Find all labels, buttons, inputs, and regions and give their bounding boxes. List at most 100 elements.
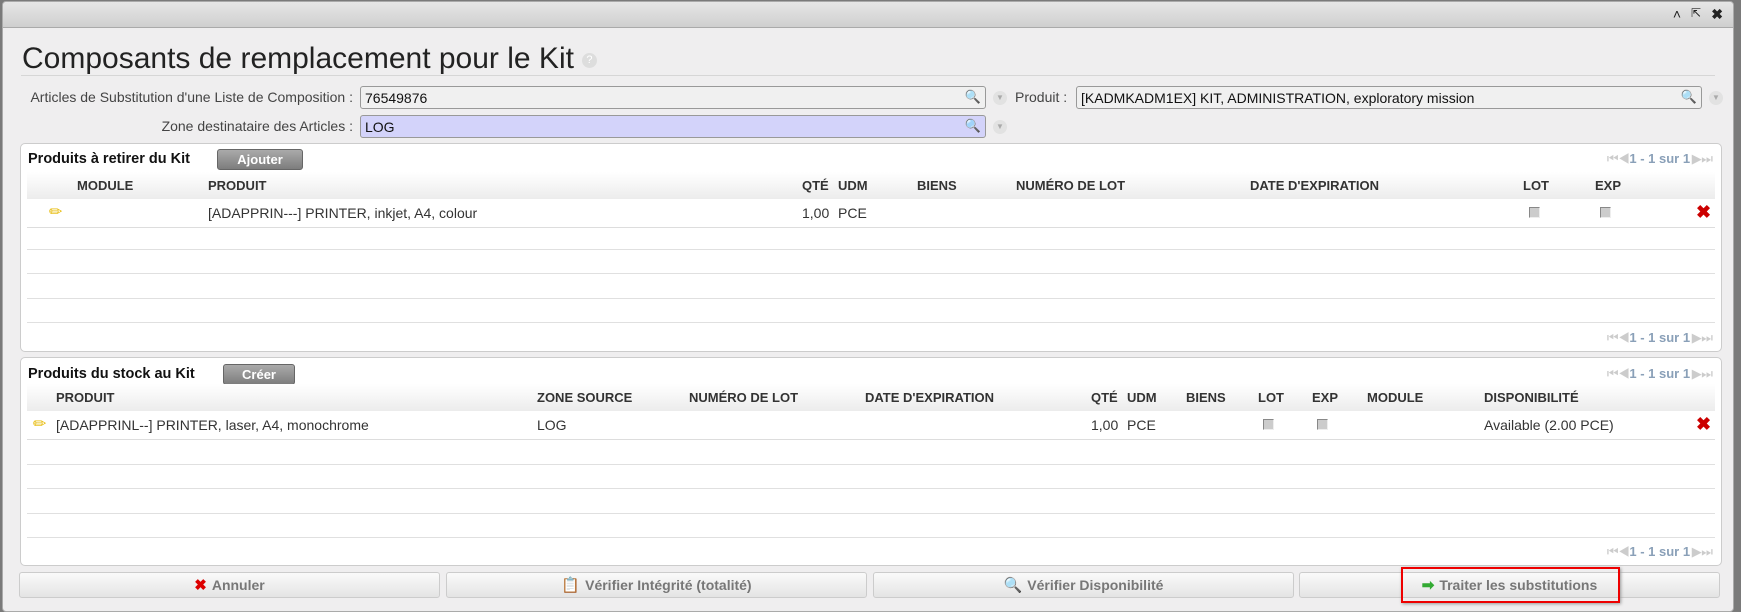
col-lot[interactable]: LOT [1523, 178, 1549, 193]
row-divider [27, 249, 1715, 250]
col-udm[interactable]: UDM [838, 178, 868, 193]
edit-pencil-icon[interactable]: ✏ [33, 414, 46, 434]
cell-produit: [ADAPPRIN---] PRINTER, inkjet, A4, colou… [208, 205, 478, 221]
dialog-window: ˄ ⇱ ✖ Composants de remplacement pour le… [2, 1, 1734, 612]
stock-products-panel: Produits du stock au Kit Créer ⏮ ◀ 1 - 1… [20, 357, 1722, 566]
table-header: PRODUIT ZONE SOURCE NUMÉRO DE LOT DATE D… [27, 384, 1715, 411]
pager-text: 1 - 1 sur 1 [1629, 151, 1691, 166]
substitution-label: Articles de Substitution d'une Liste de … [30, 89, 353, 105]
col-biens[interactable]: BIENS [1186, 390, 1226, 405]
pager-nav-icon[interactable]: ▶ ⏭ [1690, 330, 1713, 345]
substitution-value: 76549876 [365, 90, 428, 106]
cell-disponibilite: Available (2.00 PCE) [1484, 417, 1614, 433]
col-lot-number[interactable]: NUMÉRO DE LOT [689, 390, 798, 405]
col-produit[interactable]: PRODUIT [56, 390, 115, 405]
magnifier-document-icon: 🔍 [1003, 577, 1023, 594]
col-lot-number[interactable]: NUMÉRO DE LOT [1016, 178, 1125, 193]
cancel-button[interactable]: ✖ Annuler [19, 572, 440, 598]
delete-icon[interactable]: ✖ [1696, 202, 1711, 223]
highlight-box [1401, 567, 1620, 603]
exp-checkbox[interactable] [1317, 419, 1328, 430]
cell-qte: 1,00 [1091, 417, 1119, 433]
edit-pencil-icon[interactable]: ✏ [49, 202, 62, 222]
pager-nav-icon[interactable]: ⏮ ◀ [1607, 151, 1630, 166]
table-row[interactable]: ✏ [ADAPPRINL--] PRINTER, laser, A4, mono… [27, 411, 1715, 440]
pager-top: ⏮ ◀ 1 - 1 sur 1 ▶ ⏭ [1607, 366, 1713, 382]
row-divider [27, 322, 1715, 323]
cancel-label: Annuler [211, 577, 265, 593]
col-module[interactable]: MODULE [77, 178, 133, 193]
pager-top: ⏮ ◀ 1 - 1 sur 1 ▶ ⏭ [1607, 151, 1713, 167]
check-availability-button[interactable]: 🔍 Vérifier Disponibilité [873, 572, 1294, 598]
pager-nav-icon[interactable]: ▶ ⏭ [1690, 366, 1713, 381]
pager-nav-icon[interactable]: ▶ ⏭ [1690, 544, 1713, 559]
check-integrity-label: Vérifier Intégrité (totalité) [585, 577, 752, 593]
cancel-icon: ✖ [194, 577, 207, 594]
clipboard-check-icon: 📋 [561, 577, 581, 594]
col-produit[interactable]: PRODUIT [208, 178, 267, 193]
col-qte[interactable]: QTÉ [802, 178, 829, 193]
zone-field[interactable]: LOG 🔍 [360, 115, 986, 138]
product-label: Produit : [1015, 89, 1068, 105]
row-divider [27, 298, 1715, 299]
col-udm[interactable]: UDM [1127, 390, 1157, 405]
row-divider [27, 488, 1715, 489]
pager-nav-icon[interactable]: ⏮ ◀ [1607, 544, 1630, 559]
cell-zone: LOG [537, 417, 567, 433]
pager-bottom: ⏮ ◀ 1 - 1 sur 1 ▶ ⏭ [1607, 330, 1713, 346]
col-expiration[interactable]: DATE D'EXPIRATION [1250, 178, 1379, 193]
help-icon[interactable]: ? [581, 52, 597, 68]
zone-label: Zone destinataire des Articles : [161, 118, 353, 134]
exp-checkbox[interactable] [1600, 207, 1611, 218]
col-expiration[interactable]: DATE D'EXPIRATION [865, 390, 994, 405]
col-biens[interactable]: BIENS [917, 178, 957, 193]
row-divider [27, 273, 1715, 274]
col-module[interactable]: MODULE [1367, 390, 1423, 405]
search-icon[interactable]: 🔍 [965, 118, 981, 134]
table-row[interactable]: ✏ [ADAPPRIN---] PRINTER, inkjet, A4, col… [27, 199, 1715, 228]
col-exp[interactable]: EXP [1312, 390, 1338, 405]
pager-nav-icon[interactable]: ⏮ ◀ [1607, 366, 1630, 381]
col-disponibilite[interactable]: DISPONIBILITÉ [1484, 390, 1579, 405]
lot-checkbox[interactable] [1263, 419, 1274, 430]
pager-text: 1 - 1 sur 1 [1629, 366, 1691, 381]
dropdown-icon[interactable]: ▼ [993, 91, 1007, 105]
dropdown-icon[interactable]: ▼ [993, 120, 1007, 134]
cell-produit: [ADAPPRINL--] PRINTER, laser, A4, monoch… [56, 417, 369, 433]
cell-udm: PCE [1127, 417, 1156, 433]
delete-icon[interactable]: ✖ [1696, 414, 1711, 435]
close-icon[interactable]: ✖ [1711, 6, 1723, 23]
page-title: Composants de remplacement pour le Kit? [22, 42, 597, 76]
table-header: MODULE PRODUIT QTÉ UDM BIENS NUMÉRO DE L… [27, 172, 1715, 199]
col-qte[interactable]: QTÉ [1091, 390, 1118, 405]
check-integrity-button[interactable]: 📋 Vérifier Intégrité (totalité) [446, 572, 867, 598]
page-title-text: Composants de remplacement pour le Kit [22, 42, 574, 75]
check-availability-label: Vérifier Disponibilité [1027, 577, 1164, 593]
row-divider [27, 464, 1715, 465]
pager-nav-icon[interactable]: ⏮ ◀ [1607, 330, 1630, 345]
lot-checkbox[interactable] [1529, 207, 1540, 218]
pager-text: 1 - 1 sur 1 [1629, 330, 1691, 345]
remove-products-panel: Produits à retirer du Kit Ajouter ⏮ ◀ 1 … [20, 143, 1722, 352]
title-bar: ˄ ⇱ ✖ [3, 2, 1733, 28]
pager-nav-icon[interactable]: ▶ ⏭ [1690, 151, 1713, 166]
row-divider [27, 513, 1715, 514]
collapse-icon[interactable]: ˄ [1673, 6, 1681, 22]
col-lot[interactable]: LOT [1258, 390, 1284, 405]
create-button[interactable]: Créer [223, 364, 295, 385]
panel-title: Produits du stock au Kit [28, 366, 195, 382]
cell-qte: 1,00 [802, 205, 830, 221]
popout-icon[interactable]: ⇱ [1691, 6, 1701, 20]
search-icon[interactable]: 🔍 [1681, 89, 1697, 105]
cell-udm: PCE [838, 205, 867, 221]
divider [21, 75, 1715, 76]
col-zone-source[interactable]: ZONE SOURCE [537, 390, 632, 405]
product-field[interactable]: [KADMKADM1EX] KIT, ADMINISTRATION, explo… [1076, 86, 1702, 109]
product-value: [KADMKADM1EX] KIT, ADMINISTRATION, explo… [1081, 90, 1475, 106]
substitution-field[interactable]: 76549876 🔍 [360, 86, 986, 109]
add-button[interactable]: Ajouter [217, 149, 303, 170]
col-exp[interactable]: EXP [1595, 178, 1621, 193]
panel-title: Produits à retirer du Kit [28, 151, 190, 167]
search-icon[interactable]: 🔍 [965, 89, 981, 105]
dropdown-icon[interactable]: ▼ [1709, 91, 1723, 105]
